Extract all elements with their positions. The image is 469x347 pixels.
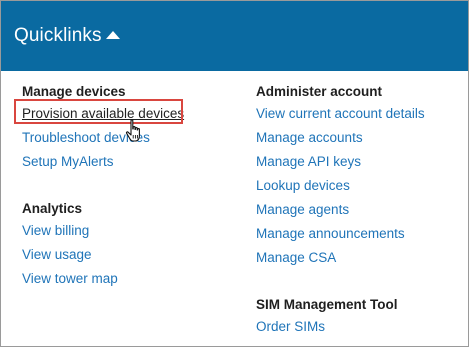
- quicklinks-header[interactable]: Quicklinks: [1, 1, 468, 71]
- right-column: Administer account View current account …: [256, 83, 425, 342]
- link-manage-agents[interactable]: Manage agents: [256, 201, 425, 225]
- hand-pointer-icon: [125, 119, 140, 142]
- caret-up-icon[interactable]: [106, 31, 120, 39]
- link-manage-announcements[interactable]: Manage announcements: [256, 225, 425, 249]
- link-manage-api-keys[interactable]: Manage API keys: [256, 153, 425, 177]
- link-troubleshoot-devices[interactable]: Troubleshoot devices: [22, 129, 184, 153]
- section-title-analytics: Analytics: [22, 201, 83, 216]
- link-provision-available-devices[interactable]: Provision available devices: [22, 105, 184, 129]
- section-title-manage-devices: Manage devices: [22, 84, 126, 99]
- quicklinks-panel: Quicklinks Manage devices Provision avai…: [0, 0, 469, 347]
- link-lookup-devices[interactable]: Lookup devices: [256, 177, 425, 201]
- link-manage-csa[interactable]: Manage CSA: [256, 249, 425, 273]
- section-title-administer-account: Administer account: [256, 84, 383, 99]
- link-view-tower-map[interactable]: View tower map: [22, 270, 184, 294]
- link-view-current-account-details[interactable]: View current account details: [256, 105, 425, 129]
- quicklinks-title[interactable]: Quicklinks: [14, 24, 102, 48]
- link-setup-myalerts[interactable]: Setup MyAlerts: [22, 153, 184, 177]
- left-column: Manage devices Provision available devic…: [22, 83, 184, 294]
- link-order-sims[interactable]: Order SIMs: [256, 318, 425, 342]
- link-view-usage[interactable]: View usage: [22, 246, 184, 270]
- section-title-sim-management-tool: SIM Management Tool: [256, 297, 398, 312]
- link-view-billing[interactable]: View billing: [22, 222, 184, 246]
- link-manage-accounts[interactable]: Manage accounts: [256, 129, 425, 153]
